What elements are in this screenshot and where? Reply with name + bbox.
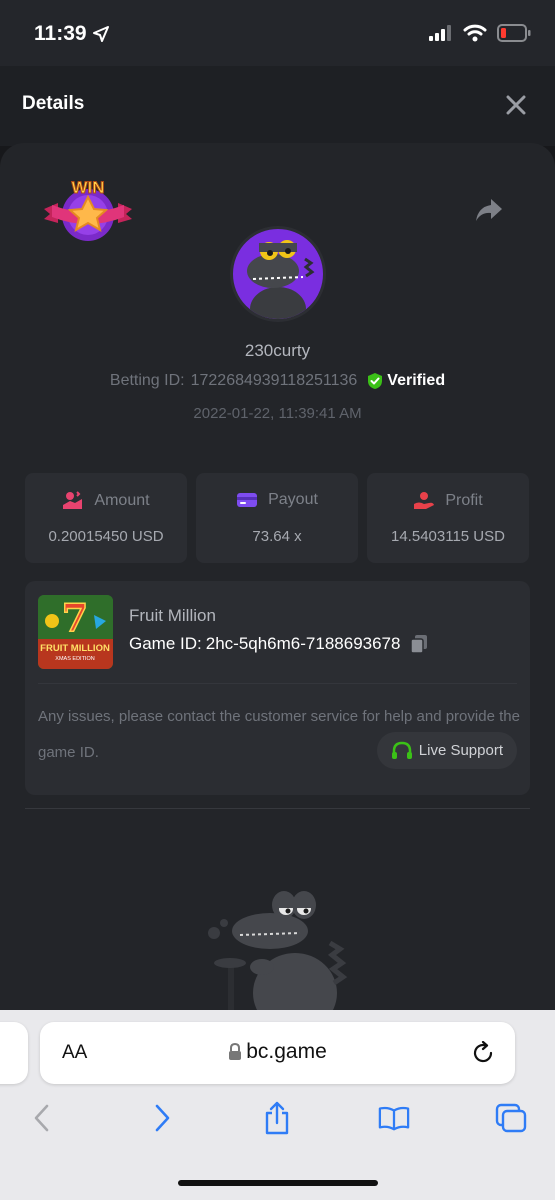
betting-id-row: Betting ID: 1722684939118251136 Verified (0, 372, 555, 390)
headset-icon (391, 741, 412, 759)
browser-chrome: AA bc.game (0, 1010, 555, 1200)
sheet-divider (25, 808, 530, 809)
page-title: Details (22, 93, 85, 114)
game-id-value: 2hc-5qh6m6-7188693678 (205, 634, 401, 653)
previous-tab-stub[interactable] (0, 1022, 28, 1084)
tabs-icon (495, 1103, 527, 1133)
browser-toolbar (0, 1101, 555, 1142)
share-sheet-button[interactable] (261, 1101, 293, 1135)
stat-card-amount: Amount 0.20015450 USD (25, 473, 187, 563)
bet-datetime: 2022-01-22, 11:39:41 AM (193, 405, 362, 422)
stat-label-profit: Profit (445, 492, 483, 509)
stat-card-payout: Payout 73.64 x (196, 473, 358, 563)
details-header: Details (0, 66, 555, 146)
game-thumbnail[interactable]: 7 FRUIT MILLION XMAS EDITION (38, 595, 113, 669)
amount-icon (63, 491, 83, 509)
thumb-title: FRUIT MILLION (40, 643, 110, 654)
game-id-label: Game ID: (129, 634, 202, 653)
live-support-button[interactable]: Live Support (376, 732, 517, 769)
crocodile-avatar-icon (247, 240, 315, 319)
forward-icon (155, 1104, 170, 1132)
stat-value-payout: 73.64 x (252, 528, 302, 545)
time-text: 11:39 (34, 22, 87, 45)
verified-label: Verified (387, 372, 446, 389)
signal-icon (429, 25, 451, 41)
verified-shield-icon (368, 373, 383, 389)
fruit-million-art: 7 FRUIT MILLION XMAS EDITION (38, 595, 113, 669)
stat-label-payout: Payout (268, 491, 318, 508)
game-name: Fruit Million (129, 606, 216, 625)
status-icons (429, 24, 531, 42)
copy-icon[interactable] (410, 634, 428, 654)
payout-card-icon (237, 493, 258, 507)
location-arrow-icon (92, 26, 109, 42)
game-card: 7 FRUIT MILLION XMAS EDITION Fruit Milli… (25, 581, 530, 795)
stat-head-payout: Payout (196, 491, 358, 509)
thumb-subtitle: XMAS EDITION (55, 656, 94, 662)
battery-low-icon (497, 24, 531, 42)
status-bar: 11:39 (0, 0, 555, 66)
url-text: bc.game (246, 1040, 327, 1063)
live-support-label: Live Support (418, 742, 503, 759)
wifi-icon (463, 24, 487, 42)
stat-value-amount: 0.20015450 USD (48, 528, 164, 545)
url-display[interactable]: bc.game (40, 1040, 515, 1064)
betting-id-label: Betting ID: (109, 372, 185, 389)
avatar (230, 226, 326, 322)
game-id-row: Game ID: 2hc-5qh6m6-7188693678 (129, 634, 428, 654)
forward-button[interactable] (146, 1102, 178, 1134)
back-icon (34, 1104, 49, 1132)
username: 230curty (244, 341, 311, 360)
verified-badge: Verified (367, 372, 445, 390)
tabs-button[interactable] (495, 1102, 527, 1134)
win-text: WIN (71, 178, 104, 197)
profit-hand-icon (414, 492, 435, 509)
address-bar[interactable]: AA bc.game (40, 1022, 515, 1084)
status-time: 11:39 (34, 22, 109, 46)
stat-head-amount: Amount (25, 491, 187, 511)
game-card-divider (38, 683, 517, 684)
home-indicator (178, 1180, 378, 1186)
share-sheet-icon (265, 1101, 289, 1135)
crocodile-mascot-illustration (208, 891, 348, 1023)
bookmarks-button[interactable] (378, 1102, 410, 1134)
share-icon[interactable] (475, 197, 503, 223)
svg-text:7: 7 (62, 595, 88, 640)
back-button[interactable] (26, 1102, 58, 1134)
close-icon[interactable] (505, 94, 527, 116)
stat-head-profit: Profit (367, 491, 529, 511)
bookmarks-icon (378, 1106, 410, 1131)
lock-icon (229, 1043, 242, 1060)
win-badge: WIN (44, 178, 132, 241)
bet-details-sheet: WIN 230curty Betting ID: 172268493911825… (0, 143, 555, 1023)
stat-value-profit: 14.5403115 USD (391, 528, 505, 545)
stat-label-amount: Amount (94, 492, 150, 509)
stat-card-profit: Profit 14.5403115 USD (367, 473, 529, 563)
reload-icon[interactable] (471, 1041, 495, 1065)
betting-id-value: 1722684939118251136 (190, 372, 358, 389)
